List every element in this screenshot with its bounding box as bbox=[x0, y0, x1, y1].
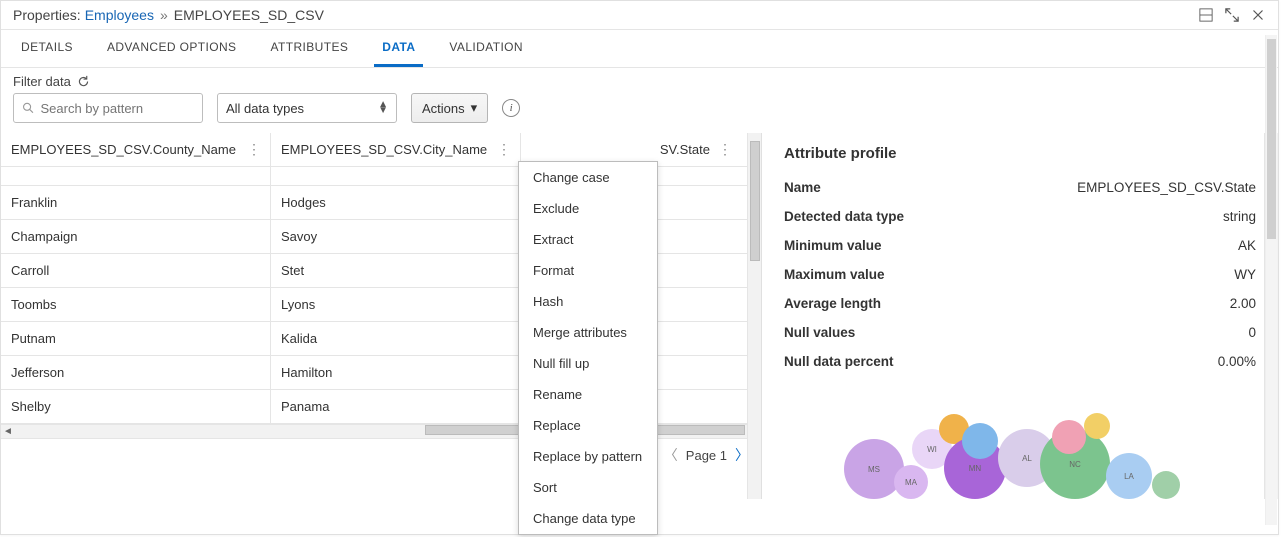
profile-value-nullpct: 0.00% bbox=[1218, 354, 1256, 369]
menu-rename[interactable]: Rename bbox=[519, 379, 657, 410]
tab-attributes[interactable]: ATTRIBUTES bbox=[262, 30, 356, 67]
bubble bbox=[1152, 471, 1180, 499]
profile-value-min: AK bbox=[1238, 238, 1256, 253]
menu-extract[interactable]: Extract bbox=[519, 224, 657, 255]
profile-label-nulls: Null values bbox=[784, 325, 855, 340]
column-header-county[interactable]: EMPLOYEES_SD_CSV.County_Name ⋮ bbox=[1, 133, 271, 166]
tab-advanced-options[interactable]: ADVANCED OPTIONS bbox=[99, 30, 245, 67]
tab-validation[interactable]: VALIDATION bbox=[441, 30, 531, 67]
profile-value-type: string bbox=[1223, 209, 1256, 224]
pager-page-label: Page 1 bbox=[686, 448, 727, 463]
refresh-icon[interactable] bbox=[77, 75, 90, 88]
info-icon[interactable]: i bbox=[502, 99, 520, 117]
profile-label-max: Maximum value bbox=[784, 267, 885, 282]
profile-value-name: EMPLOYEES_SD_CSV.State bbox=[1077, 180, 1256, 195]
bubble bbox=[1084, 413, 1110, 439]
menu-merge-attributes[interactable]: Merge attributes bbox=[519, 317, 657, 348]
search-icon bbox=[22, 101, 35, 115]
tab-details[interactable]: DETAILS bbox=[13, 30, 81, 67]
profile-label-type: Detected data type bbox=[784, 209, 904, 224]
updown-icon: ▲▼ bbox=[378, 102, 388, 114]
bubble bbox=[962, 423, 998, 459]
profile-label-min: Minimum value bbox=[784, 238, 882, 253]
datatype-select-value: All data types bbox=[226, 101, 304, 116]
profile-value-max: WY bbox=[1234, 267, 1256, 282]
profile-value-nulls: 0 bbox=[1248, 325, 1256, 340]
tab-bar: DETAILS ADVANCED OPTIONS ATTRIBUTES DATA… bbox=[1, 30, 1278, 68]
breadcrumb-label: Properties: bbox=[13, 7, 81, 23]
breadcrumb-current: EMPLOYEES_SD_CSV bbox=[174, 7, 324, 23]
menu-replace-by-pattern[interactable]: Replace by pattern bbox=[519, 441, 657, 472]
panel-vertical-scrollbar[interactable] bbox=[1265, 35, 1277, 525]
profile-label-avg: Average length bbox=[784, 296, 881, 311]
prev-page-icon[interactable]: 〈 bbox=[664, 445, 678, 465]
bubble bbox=[1052, 420, 1086, 454]
actions-button[interactable]: Actions ▾ bbox=[411, 93, 488, 123]
caret-down-icon: ▾ bbox=[471, 100, 478, 116]
close-icon[interactable] bbox=[1250, 7, 1266, 23]
column-context-menu: Change case Exclude Extract Format Hash … bbox=[518, 161, 658, 535]
menu-format[interactable]: Format bbox=[519, 255, 657, 286]
profile-label-name: Name bbox=[784, 180, 821, 195]
bubble: MA bbox=[894, 465, 928, 499]
column-header-city[interactable]: EMPLOYEES_SD_CSV.City_Name ⋮ bbox=[271, 133, 521, 166]
search-input[interactable] bbox=[41, 101, 195, 116]
breadcrumb-separator: » bbox=[160, 7, 168, 23]
breadcrumb-link-employees[interactable]: Employees bbox=[85, 7, 154, 23]
datatype-select[interactable]: All data types ▲▼ bbox=[217, 93, 397, 123]
expand-icon[interactable] bbox=[1224, 7, 1240, 23]
grid-vertical-scrollbar[interactable] bbox=[747, 133, 761, 499]
bubble-chart: MS MA WI MN AL NC LA bbox=[784, 389, 1256, 499]
menu-null-fill-up[interactable]: Null fill up bbox=[519, 348, 657, 379]
kebab-icon[interactable]: ⋮ bbox=[497, 141, 510, 158]
menu-exclude[interactable]: Exclude bbox=[519, 193, 657, 224]
menu-sort[interactable]: Sort bbox=[519, 472, 657, 503]
bubble: LA bbox=[1106, 453, 1152, 499]
filter-label: Filter data bbox=[13, 74, 71, 89]
profile-label-nullpct: Null data percent bbox=[784, 354, 894, 369]
scroll-left-icon[interactable]: ◄ bbox=[1, 426, 15, 437]
menu-replace[interactable]: Replace bbox=[519, 410, 657, 441]
kebab-icon[interactable]: ⋮ bbox=[247, 141, 260, 158]
kebab-icon[interactable]: ⋮ bbox=[718, 141, 731, 158]
tab-data[interactable]: DATA bbox=[374, 30, 423, 67]
attribute-profile-title: Attribute profile bbox=[784, 145, 1256, 162]
menu-hash[interactable]: Hash bbox=[519, 286, 657, 317]
breadcrumb-bar: Properties: Employees » EMPLOYEES_SD_CSV bbox=[1, 1, 1278, 30]
actions-button-label: Actions bbox=[422, 101, 465, 116]
profile-value-avg: 2.00 bbox=[1230, 296, 1256, 311]
dock-icon[interactable] bbox=[1198, 7, 1214, 23]
menu-change-data-type[interactable]: Change data type bbox=[519, 503, 657, 534]
menu-change-case[interactable]: Change case bbox=[519, 162, 657, 193]
search-input-wrapper[interactable] bbox=[13, 93, 203, 123]
